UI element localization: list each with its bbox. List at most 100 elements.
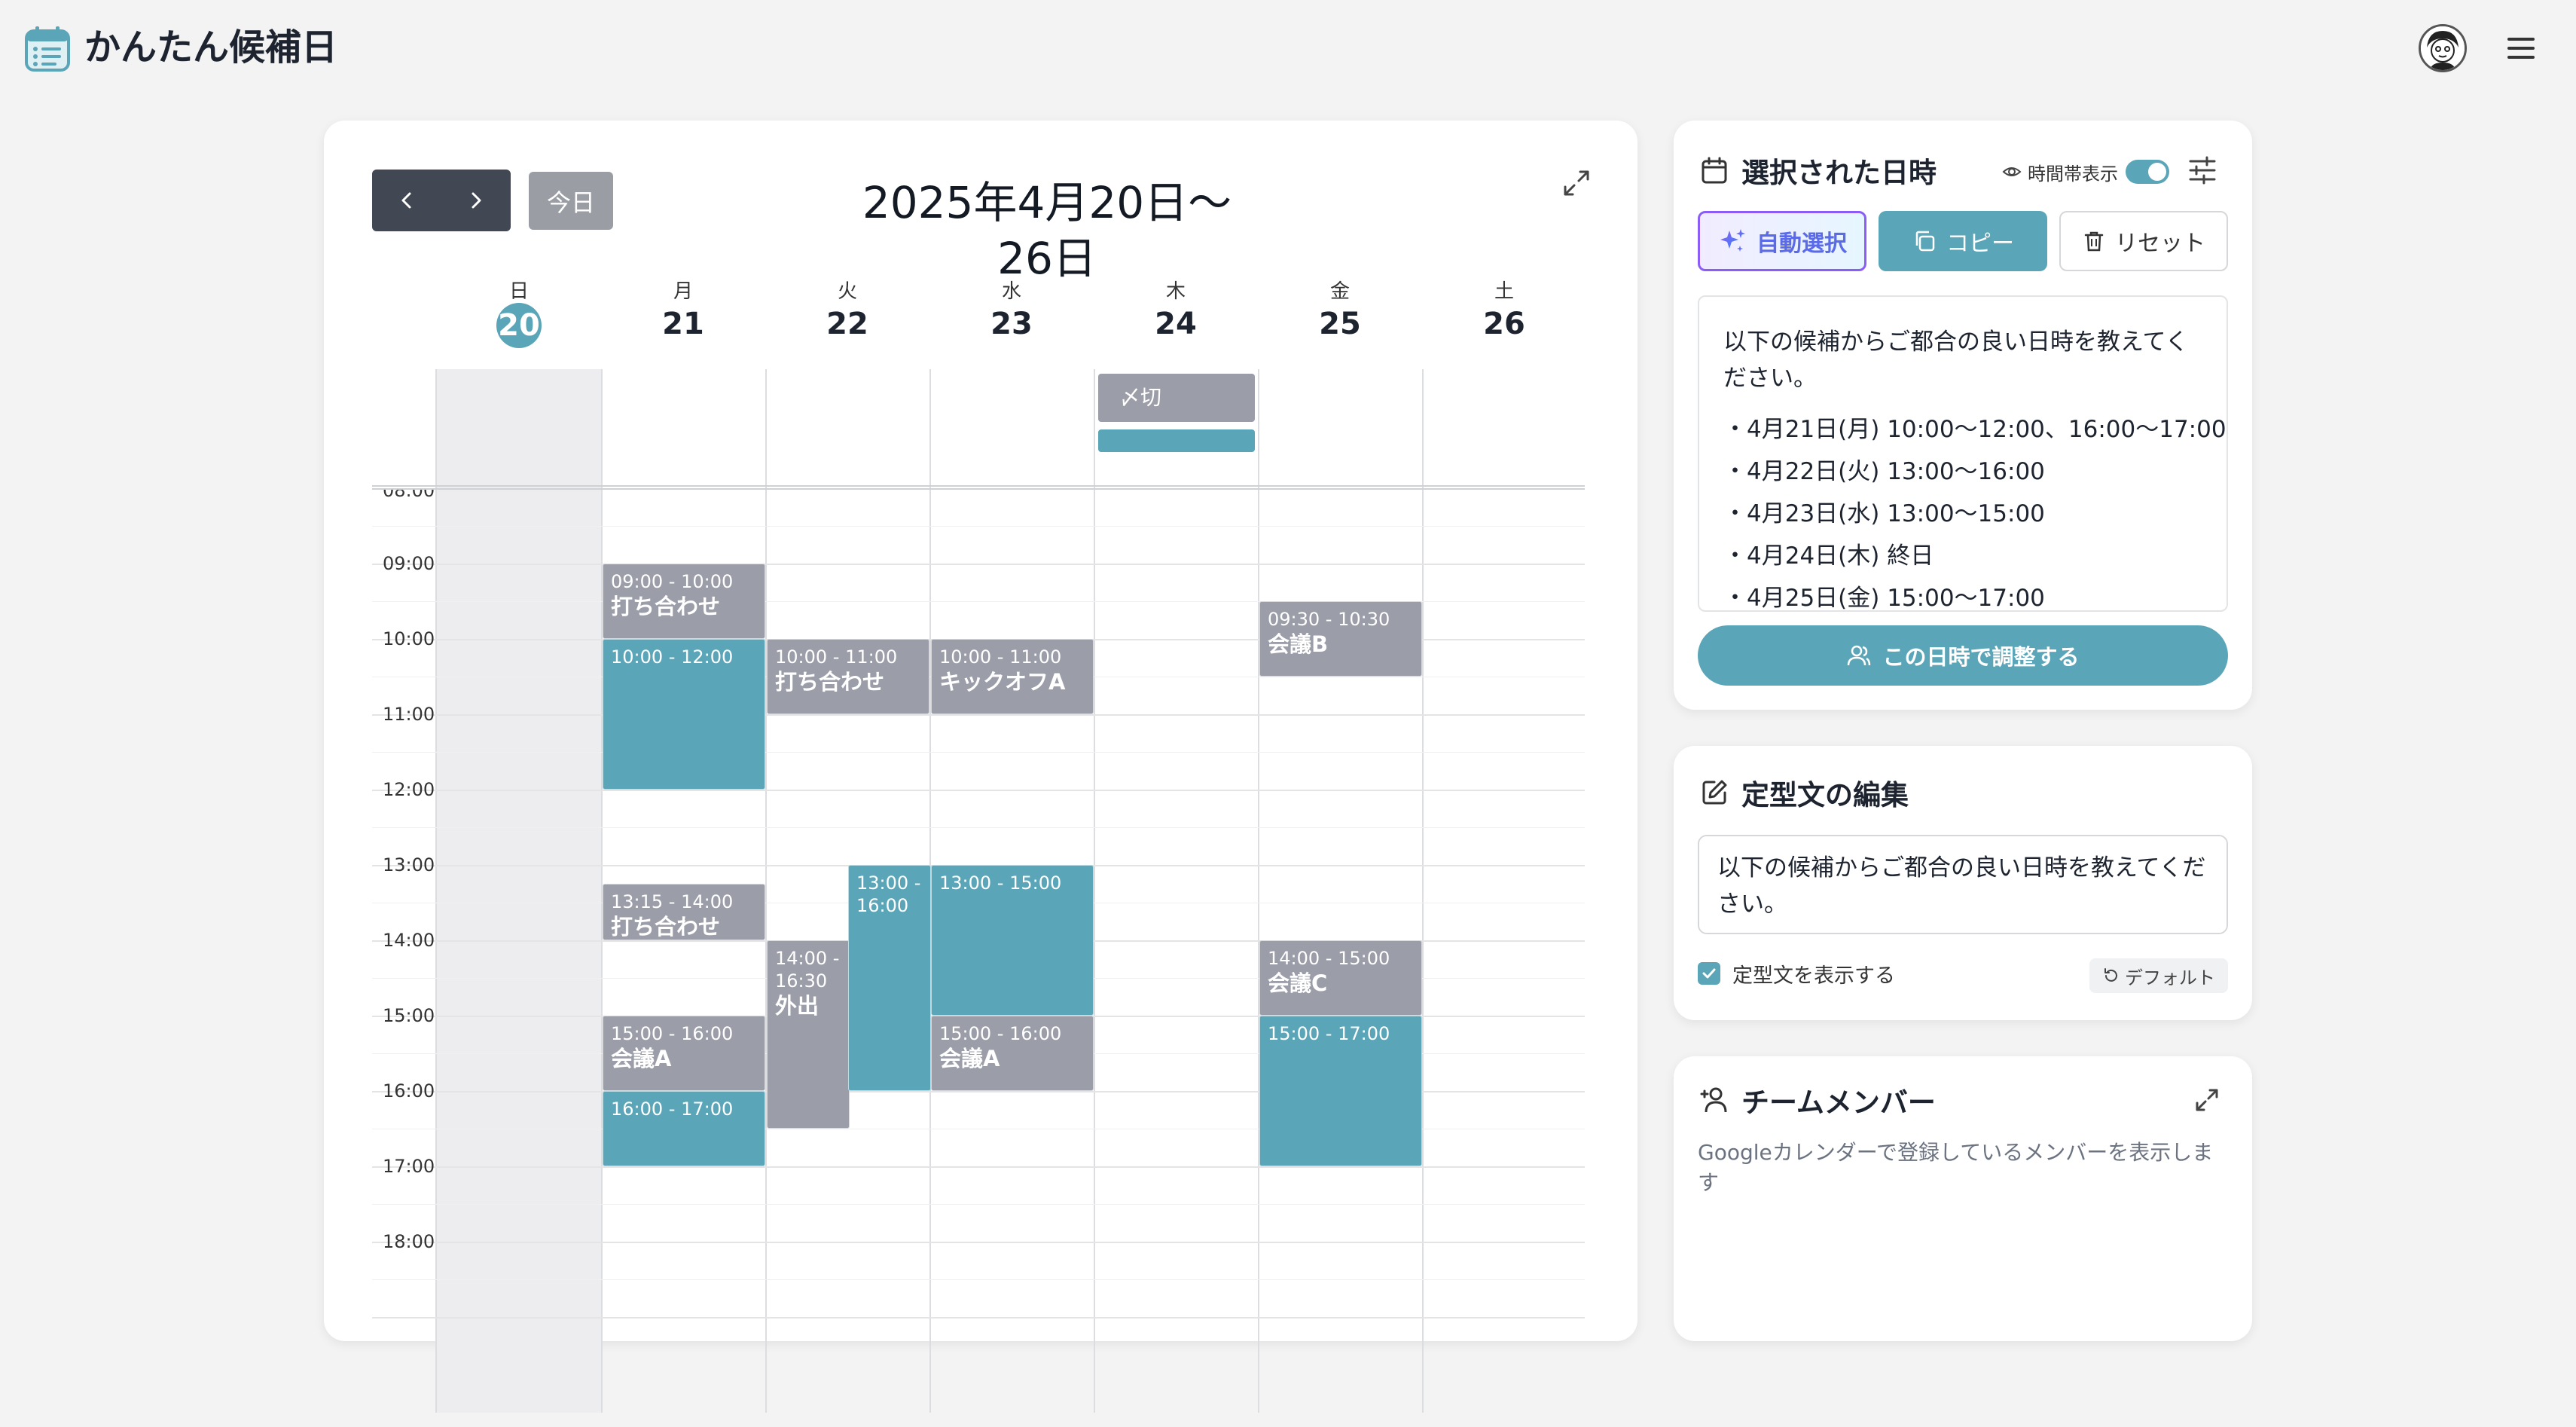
default-label: デフォルト — [2125, 967, 2215, 989]
team-description: Googleカレンダーで登録しているメンバーを表示します — [1698, 1140, 2214, 1195]
day-number: 20 — [496, 303, 542, 348]
check-icon — [1702, 968, 1716, 979]
day-header-wed[interactable]: 水 23 — [929, 280, 1094, 362]
event-time: 10:00 - 11:00 — [939, 646, 1062, 668]
event-title: 打ち合わせ — [611, 914, 721, 940]
app-header: かんたん候補日 — [0, 0, 2576, 98]
card-title: 選択された日時 — [1741, 157, 1937, 189]
selected-slot[interactable]: 10:00 - 12:00 — [603, 639, 765, 790]
prev-week-button[interactable] — [372, 170, 441, 231]
day-number: 25 — [1319, 307, 1361, 341]
card-title: チームメンバー — [1741, 1086, 1936, 1119]
allday-event-deadline[interactable]: 〆切 — [1098, 374, 1255, 422]
event-block[interactable]: 14:00 - 15:00 会議C — [1259, 940, 1422, 1016]
time-label: 15:00 — [383, 1005, 435, 1026]
calendar-card: 08:00 09:00 10:00 11:00 12:00 13:00 14:0… — [324, 121, 1637, 1413]
day-of-week: 月 — [673, 280, 693, 303]
result-text-box[interactable]: 以下の候補からご都合の良い日時を教えてください。 ・4月21日(月) 10:00… — [1698, 295, 2228, 612]
time-label: 10:00 — [383, 628, 435, 649]
day-of-week: 土 — [1494, 280, 1514, 303]
event-title: 打ち合わせ — [775, 669, 885, 695]
day-number: 26 — [1483, 307, 1525, 341]
week-nav — [372, 170, 511, 231]
sliders-icon[interactable] — [2186, 154, 2219, 187]
reset-button[interactable]: リセット — [2059, 211, 2228, 271]
copy-button[interactable]: コピー — [1879, 211, 2047, 271]
event-block[interactable]: 09:30 - 10:30 会議B — [1259, 601, 1422, 677]
time-label: 17:00 — [383, 1156, 435, 1177]
event-block[interactable]: 14:00 - 16:30 外出 — [767, 940, 850, 1129]
event-block[interactable]: 10:00 - 11:00 打ち合わせ — [767, 639, 929, 714]
event-time: 15:00 - 17:00 — [1268, 1023, 1390, 1044]
copy-label: コピー — [1946, 231, 2014, 257]
template-card: 定型文の編集 以下の候補からご都合の良い日時を教えてください。 定型文を表示する… — [1674, 746, 2252, 1020]
timezone-toggle[interactable] — [2126, 160, 2169, 184]
day-header-thu[interactable]: 木 24 — [1094, 280, 1258, 362]
event-block[interactable]: 15:00 - 16:00 会議A — [603, 1016, 765, 1091]
card-header: 定型文の編集 — [1699, 775, 1909, 811]
calendar-icon — [1702, 157, 1727, 184]
avatar[interactable] — [2419, 24, 2467, 72]
day-of-week: 木 — [1165, 280, 1186, 303]
event-block[interactable]: 09:00 - 10:00 打ち合わせ — [603, 564, 765, 639]
event-title: 会議A — [611, 1046, 672, 1071]
show-template-checkbox[interactable] — [1698, 962, 1720, 985]
event-time: 14:00 - 15:00 — [1268, 948, 1390, 969]
event-time: 13:00 - 16:00 — [856, 872, 921, 916]
adjust-button[interactable]: この日時で調整する — [1698, 625, 2228, 686]
team-card: チームメンバー Googleカレンダーで登録しているメンバーを表示します — [1674, 1056, 2252, 1341]
day-of-week: 火 — [837, 280, 857, 303]
selected-slot[interactable]: 13:00 - 15:00 — [931, 865, 1094, 1016]
auto-select-label: 自動選択 — [1757, 231, 1847, 257]
hamburger-icon[interactable] — [2504, 33, 2538, 63]
event-time: 15:00 - 16:00 — [611, 1023, 734, 1044]
expand-icon[interactable] — [1559, 166, 1594, 200]
card-header: 選択された日時 — [1699, 152, 1937, 189]
event-time: 14:00 - 16:30 — [775, 948, 840, 992]
day-of-week: 金 — [1329, 280, 1350, 303]
event-time: 16:00 - 17:00 — [611, 1099, 734, 1120]
template-textarea[interactable]: 以下の候補からご都合の良い日時を教えてください。 — [1698, 835, 2228, 934]
selected-slot[interactable]: 13:00 - 16:00 — [848, 865, 931, 1091]
day-header-fri[interactable]: 金 25 — [1258, 280, 1422, 362]
day-of-week: 水 — [1001, 280, 1021, 303]
day-number: 24 — [1155, 307, 1197, 341]
allday-event-selected[interactable] — [1098, 429, 1255, 452]
day-header-sun[interactable]: 日 20 — [437, 280, 601, 362]
day-header-sat[interactable]: 土 26 — [1422, 280, 1586, 362]
week-title: 2025年4月20日〜26日 — [862, 177, 1232, 284]
selected-slot[interactable]: 15:00 - 17:00 — [1259, 1016, 1422, 1166]
time-label: 14:00 — [383, 930, 435, 951]
chevron-left-icon — [401, 192, 411, 209]
expand-icon[interactable] — [2192, 1085, 2222, 1115]
timezone-toggle-label: 時間帯表示 — [2028, 163, 2118, 185]
selected-dates-card: 選択された日時 時間帯表示 自動選択 コピー リセット 以下の候補からご都合の良… — [1674, 121, 2252, 710]
default-button[interactable]: デフォルト — [2089, 958, 2228, 993]
day-header-mon[interactable]: 月 21 — [601, 280, 765, 362]
chevron-right-icon — [472, 192, 481, 209]
result-line: ・4月23日(水) 13:00〜15:00 — [1723, 500, 2045, 527]
adjust-label: この日時で調整する — [1882, 644, 2080, 670]
today-button[interactable]: 今日 — [529, 172, 613, 230]
selected-slot[interactable]: 16:00 - 17:00 — [603, 1091, 765, 1166]
event-block[interactable]: 13:15 - 14:00 打ち合わせ — [603, 884, 765, 940]
show-template-label: 定型文を表示する — [1732, 964, 1895, 988]
day-number: 22 — [826, 307, 868, 341]
app-title: かんたん候補日 — [84, 26, 338, 69]
edit-icon — [1702, 780, 1727, 805]
next-week-button[interactable] — [441, 170, 511, 231]
result-line: ・4月25日(金) 15:00〜17:00 — [1723, 585, 2045, 612]
time-label: 09:00 — [383, 553, 435, 574]
auto-select-button[interactable]: 自動選択 — [1698, 211, 1866, 271]
day-number: 23 — [990, 307, 1033, 341]
time-label: 16:00 — [383, 1080, 435, 1102]
day-header-tue[interactable]: 火 22 — [765, 280, 929, 362]
event-block[interactable]: 10:00 - 11:00 キックオフA — [931, 639, 1094, 714]
event-block[interactable]: 15:00 - 16:00 会議A — [931, 1016, 1094, 1091]
result-line: ・4月21日(月) 10:00〜12:00、16:00〜17:00 — [1723, 416, 2227, 443]
time-label: 12:00 — [383, 779, 435, 800]
copy-icon — [1915, 231, 1935, 252]
calendar-list-icon — [23, 24, 72, 74]
users-icon — [1848, 645, 1871, 666]
event-title: 会議A — [939, 1046, 1000, 1071]
